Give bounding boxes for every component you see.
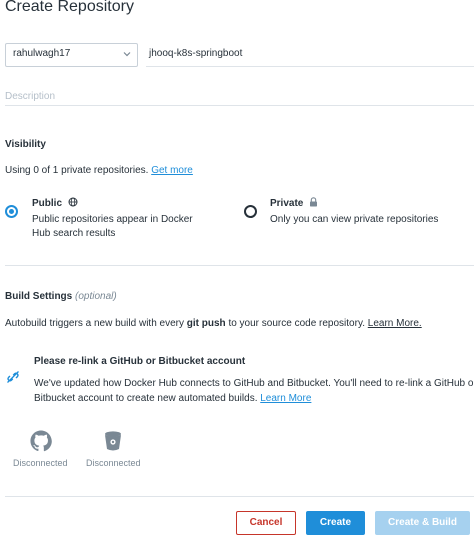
- github-provider[interactable]: Disconnected: [10, 428, 72, 472]
- learn-more-link[interactable]: Learn More.: [368, 318, 422, 329]
- footer-divider: [5, 496, 474, 497]
- description-field[interactable]: Description: [5, 84, 474, 106]
- public-desc: Public repositories appear in Docker Hub…: [32, 213, 193, 241]
- page-title: Create Repository: [5, 0, 134, 15]
- cancel-button[interactable]: Cancel: [236, 511, 296, 535]
- private-desc: Only you can view private repositories: [270, 214, 439, 225]
- bitbucket-provider[interactable]: Disconnected: [84, 428, 146, 472]
- public-option[interactable]: Public Public repositories appear in Doc…: [5, 197, 225, 245]
- private-label: Private: [270, 198, 304, 209]
- notice-title: Please re-link a GitHub or Bitbucket acc…: [34, 356, 246, 367]
- build-settings-label: Build Settings: [5, 291, 73, 302]
- github-status: Disconnected: [13, 458, 68, 468]
- notice-line2-row: Bitbucket account to create new automate…: [34, 391, 474, 406]
- notice-line1: We've updated how Docker Hub connects to…: [34, 378, 474, 389]
- optional-label: (optional): [75, 291, 117, 302]
- section-divider: [5, 265, 474, 266]
- notice-line2: Bitbucket account to create new automate…: [34, 393, 258, 404]
- unlink-icon: [7, 371, 19, 383]
- globe-icon: [68, 197, 78, 207]
- usage-text: Using 0 of 1 private repositories.: [5, 165, 149, 176]
- namespace-value: rahulwagh17: [13, 48, 71, 59]
- public-label: Public: [32, 198, 63, 209]
- namespace-select[interactable]: rahulwagh17: [5, 43, 138, 67]
- notice-body: We've updated how Docker Hub connects to…: [34, 376, 474, 406]
- public-label-row: Public: [32, 197, 78, 209]
- public-desc-line2: Hub search results: [32, 228, 116, 239]
- description-placeholder: Description: [5, 91, 56, 102]
- repo-name-field[interactable]: jhooq-k8s-springboot: [146, 43, 474, 67]
- repo-name-value: jhooq-k8s-springboot: [149, 48, 243, 59]
- create-button[interactable]: Create: [306, 511, 365, 535]
- public-radio[interactable]: [5, 205, 18, 218]
- bitbucket-icon: [105, 431, 121, 451]
- autobuild-suffix: to your source code repository.: [228, 318, 365, 329]
- private-label-row: Private: [270, 197, 318, 209]
- notice-learn-more-link[interactable]: Learn More: [260, 393, 311, 404]
- get-more-link[interactable]: Get more: [151, 165, 193, 176]
- create-build-button[interactable]: Create & Build: [375, 511, 470, 535]
- private-radio[interactable]: [244, 205, 257, 218]
- lock-icon: [310, 197, 318, 207]
- chevron-down-icon: [123, 52, 131, 57]
- git-push-text: git push: [186, 318, 226, 329]
- visibility-title: Visibility: [5, 139, 46, 150]
- autobuild-text: Autobuild triggers a new build with ever…: [5, 318, 422, 329]
- public-desc-line1: Public repositories appear in Docker: [32, 214, 193, 225]
- bitbucket-status: Disconnected: [86, 458, 141, 468]
- private-option[interactable]: Private Only you can view private reposi…: [244, 197, 474, 231]
- private-usage-text: Using 0 of 1 private repositories. Get m…: [5, 165, 193, 176]
- build-settings-title: Build Settings (optional): [5, 291, 117, 302]
- autobuild-prefix: Autobuild triggers a new build with ever…: [5, 318, 184, 329]
- github-icon: [30, 430, 52, 452]
